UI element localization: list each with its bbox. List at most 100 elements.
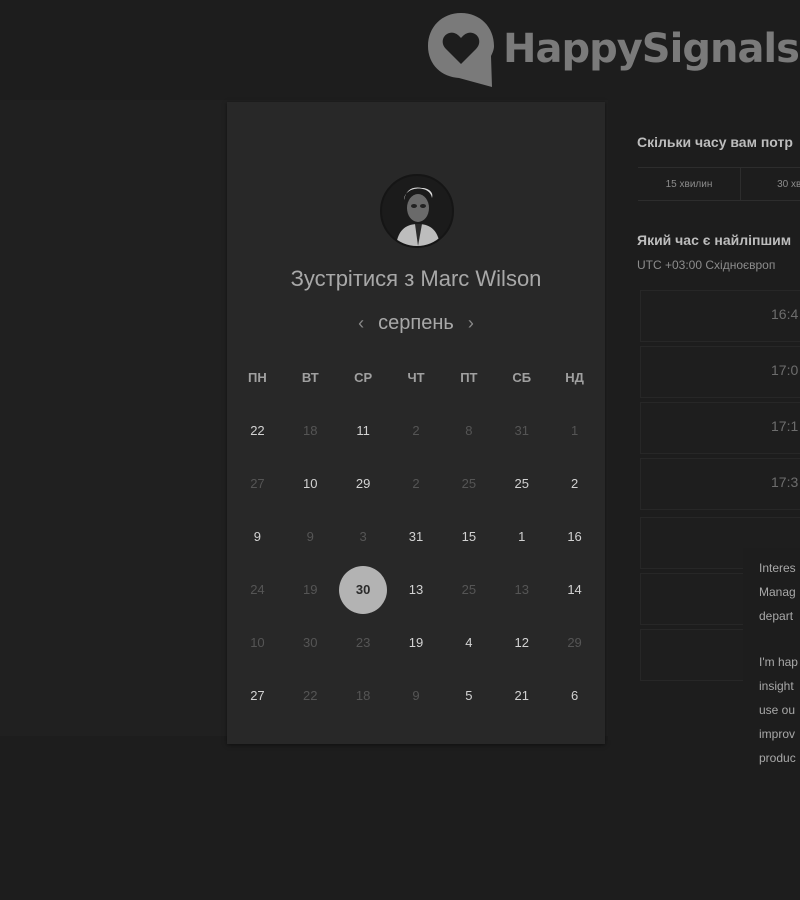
calendar-day: 2	[390, 457, 443, 510]
day-number: 31	[514, 423, 529, 438]
calendar-day: 25	[442, 563, 495, 616]
person-portrait-icon	[382, 176, 452, 246]
day-number: 22	[303, 688, 318, 703]
calendar-day[interactable]: 21	[495, 669, 548, 722]
weekday-label: СР	[354, 370, 373, 385]
day-number: 19	[303, 582, 318, 597]
message-line: depart	[759, 609, 794, 623]
calendar-day: 24	[231, 563, 284, 616]
calendar-day[interactable]: 4	[442, 616, 495, 669]
calendar-day[interactable]: 11	[337, 404, 390, 457]
calendar-day: 31	[495, 404, 548, 457]
calendar-day-selected[interactable]: 30	[337, 563, 390, 616]
message-line: improv	[759, 727, 796, 741]
time-slot[interactable]: 16:4	[640, 290, 800, 342]
day-number: 10	[303, 476, 318, 491]
day-number: 8	[465, 423, 473, 438]
time-slot[interactable]: 17:3	[640, 458, 800, 510]
weekday-header: ПН ВТ СР ЧТ ПТ СБ НД	[231, 370, 601, 385]
chevron-left-icon[interactable]: ‹	[344, 313, 378, 334]
day-number: 4	[465, 635, 473, 650]
day-number: 16	[567, 529, 582, 544]
calendar-day[interactable]: 15	[442, 510, 495, 563]
day-number: 2	[412, 476, 420, 491]
day-number: 6	[570, 688, 579, 703]
meeting-title: Зустрітися з Marc Wilson	[290, 266, 542, 291]
heart-speech-bubble-icon	[428, 13, 494, 87]
month-label: серпень	[378, 312, 454, 334]
intro-message-popup: Interes Manag depart I'm hap insight use…	[743, 548, 800, 778]
time-slot[interactable]: 17:0	[640, 346, 800, 398]
day-number: 25	[461, 476, 477, 491]
calendar-day[interactable]: 2	[548, 457, 601, 510]
day-number: 29	[355, 476, 371, 491]
day-number: 18	[303, 423, 318, 438]
host-avatar	[380, 174, 454, 248]
calendar-day: 22	[284, 669, 337, 722]
calendar-day[interactable]: 22	[231, 404, 284, 457]
weekday-label: ПТ	[460, 370, 478, 385]
calendar-day: 18	[284, 404, 337, 457]
time-slot-label: 17:1	[771, 418, 799, 434]
chevron-right-icon[interactable]: ›	[454, 313, 488, 334]
time-slot-label: 17:3	[771, 474, 799, 490]
day-number: 18	[355, 688, 371, 703]
calendar-day: 18	[337, 669, 390, 722]
calendar-day[interactable]: 1	[495, 510, 548, 563]
day-number: 23	[355, 635, 371, 650]
calendar-day: 2	[390, 404, 443, 457]
month-navigation: ‹ серпень ›	[227, 312, 605, 335]
duration-question: Скільки часу вам потр	[637, 134, 793, 150]
calendar-day[interactable]: 6	[548, 669, 601, 722]
duration-option[interactable]: 30 хви	[741, 168, 800, 200]
message-line: insight	[759, 679, 794, 693]
day-number: 5	[465, 688, 473, 703]
calendar-day[interactable]: 14	[548, 563, 601, 616]
timezone-selector[interactable]: UTC +03:00 Східноєвроп	[637, 258, 775, 272]
day-number: 25	[514, 476, 529, 491]
calendar-day[interactable]: 29	[337, 457, 390, 510]
calendar-day[interactable]: 9	[231, 510, 284, 563]
duration-option[interactable]: 15 хвилин	[638, 168, 741, 200]
calendar-day[interactable]: 16	[548, 510, 601, 563]
calendar-day: 3	[337, 510, 390, 563]
time-question: Який час є найліпшим	[637, 232, 792, 248]
day-number: 27	[250, 476, 265, 491]
day-number: 25	[461, 582, 477, 597]
calendar-day: 25	[442, 457, 495, 510]
day-number: 13	[408, 582, 424, 597]
day-number: 30	[303, 635, 318, 650]
calendar-day[interactable]: 12	[495, 616, 548, 669]
calendar-day: 10	[231, 616, 284, 669]
calendar-day[interactable]: 10	[284, 457, 337, 510]
calendar-day[interactable]: 5	[442, 669, 495, 722]
weekday-label: СБ	[512, 370, 532, 385]
calendar-day: 13	[495, 563, 548, 616]
calendar-day: 30	[284, 616, 337, 669]
calendar-day: 9	[390, 669, 443, 722]
weekday-label: НД	[565, 370, 584, 385]
calendar-day: 8	[442, 404, 495, 457]
day-number: 11	[356, 423, 370, 438]
calendar-day[interactable]: 27	[231, 669, 284, 722]
day-number: 10	[250, 635, 265, 650]
day-number: 9	[412, 688, 420, 703]
calendar-day[interactable]: 13	[390, 563, 443, 616]
time-slot-label: 16:4	[771, 306, 799, 322]
time-slot[interactable]: 17:1	[640, 402, 800, 454]
duration-selector: 15 хвилин 30 хви	[638, 167, 800, 201]
day-number: 15	[461, 529, 477, 544]
message-line: Manag	[759, 585, 796, 599]
day-number: 1	[570, 423, 579, 438]
calendar-day: 19	[284, 563, 337, 616]
brand-name: HappySignals	[503, 26, 800, 72]
calendar-day: 1	[548, 404, 601, 457]
booking-calendar-card: Зустрітися з Marc Wilson ‹ серпень › ПН …	[227, 102, 605, 744]
weekday-label: ЧТ	[407, 370, 425, 385]
calendar-day[interactable]: 25	[495, 457, 548, 510]
brand-logo[interactable]: HappySignals	[425, 10, 800, 88]
calendar-day[interactable]: 31	[390, 510, 443, 563]
header-bar: HappySignals	[0, 0, 800, 100]
calendar-day[interactable]: 19	[390, 616, 443, 669]
day-number: 12	[514, 635, 529, 650]
